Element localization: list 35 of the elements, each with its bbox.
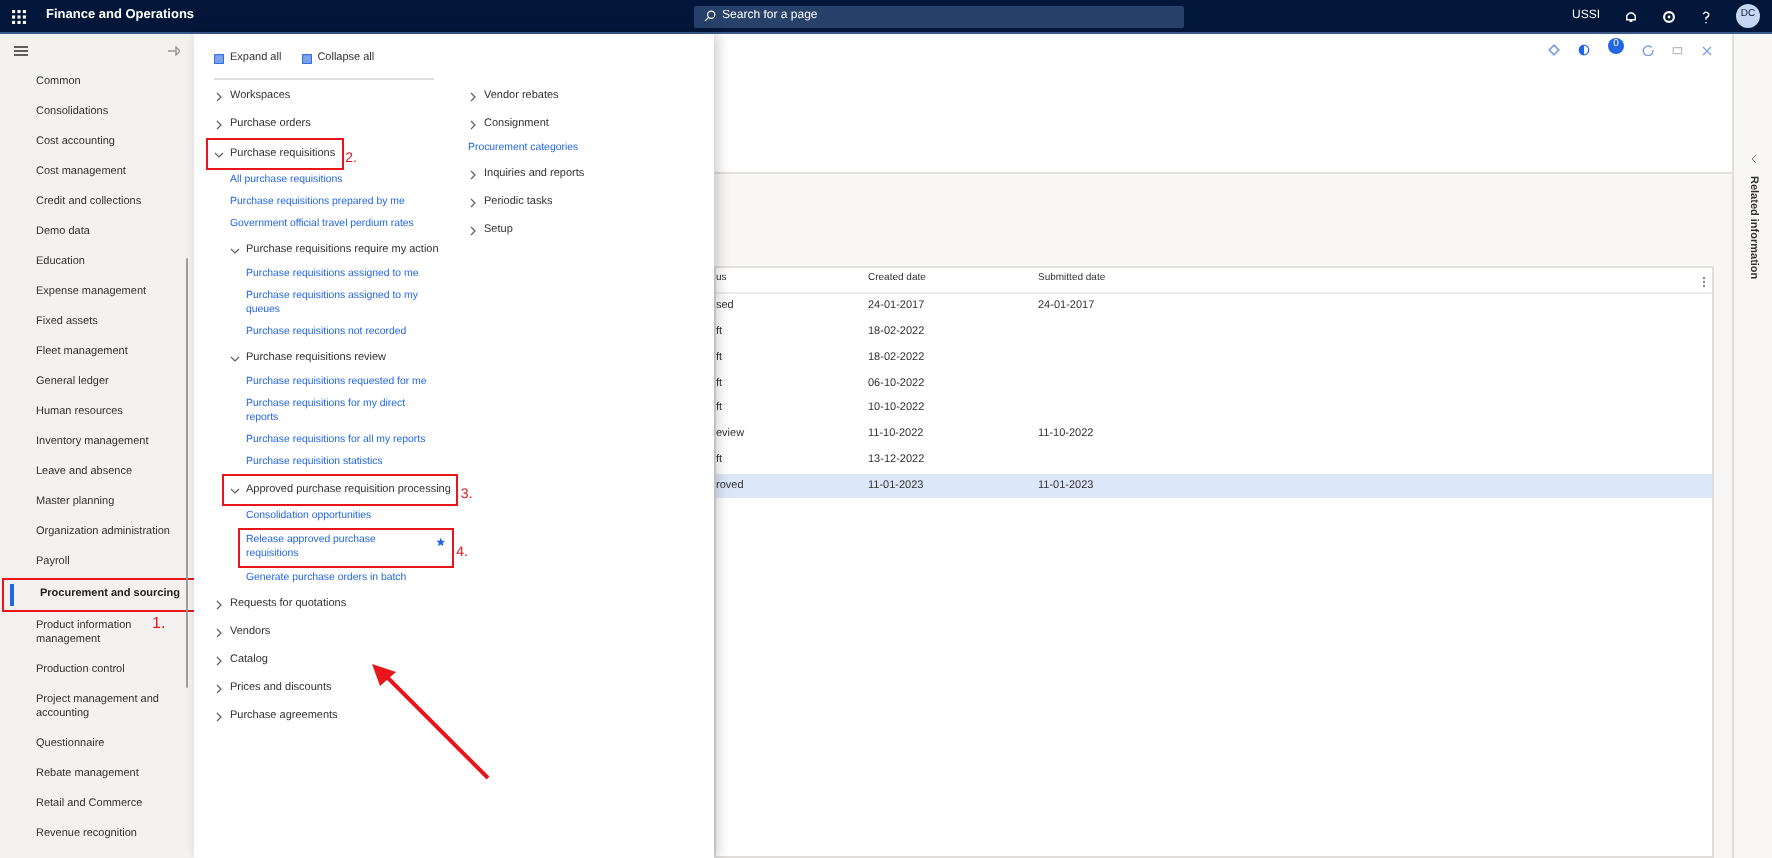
collapse-icon	[301, 53, 312, 64]
chevron-right-icon	[214, 683, 224, 694]
chevron-right-icon	[214, 627, 224, 638]
refresh-icon[interactable]	[1642, 44, 1654, 56]
chevron-right-icon	[214, 119, 224, 130]
menu-icon[interactable]	[14, 45, 28, 55]
star-icon[interactable]	[436, 536, 447, 549]
chevron-down-icon	[230, 353, 240, 364]
bell-icon[interactable]	[1624, 9, 1638, 23]
expand-icon	[214, 53, 224, 64]
search-icon	[704, 10, 717, 22]
chevron-right-icon	[468, 197, 478, 208]
callout-number: 1.	[152, 612, 166, 636]
chevron-down-icon	[230, 245, 240, 256]
diamond-icon[interactable]	[1548, 44, 1560, 56]
chevron-right-icon	[468, 119, 478, 130]
selection-indicator	[10, 584, 13, 606]
chevron-down-icon	[230, 485, 240, 496]
close-icon[interactable]	[1702, 45, 1712, 55]
chevron-left-icon[interactable]	[1749, 154, 1757, 164]
chevron-right-icon	[214, 91, 224, 102]
app-launcher-icon[interactable]	[12, 9, 26, 23]
help-icon[interactable]	[1700, 9, 1712, 23]
chevron-right-icon	[214, 711, 224, 722]
chevron-down-icon	[214, 149, 224, 160]
half-circle-icon[interactable]	[1578, 44, 1590, 56]
chevron-right-icon	[214, 655, 224, 666]
pointer-arrow	[368, 662, 492, 782]
chevron-right-icon	[214, 599, 224, 610]
chevron-right-icon	[468, 169, 478, 180]
scrollbar-thumb[interactable]	[185, 258, 188, 688]
chevron-right-icon	[468, 225, 478, 236]
settings-icon[interactable]	[1662, 9, 1676, 23]
chevron-right-icon	[468, 91, 478, 102]
pin-icon[interactable]	[168, 45, 180, 55]
